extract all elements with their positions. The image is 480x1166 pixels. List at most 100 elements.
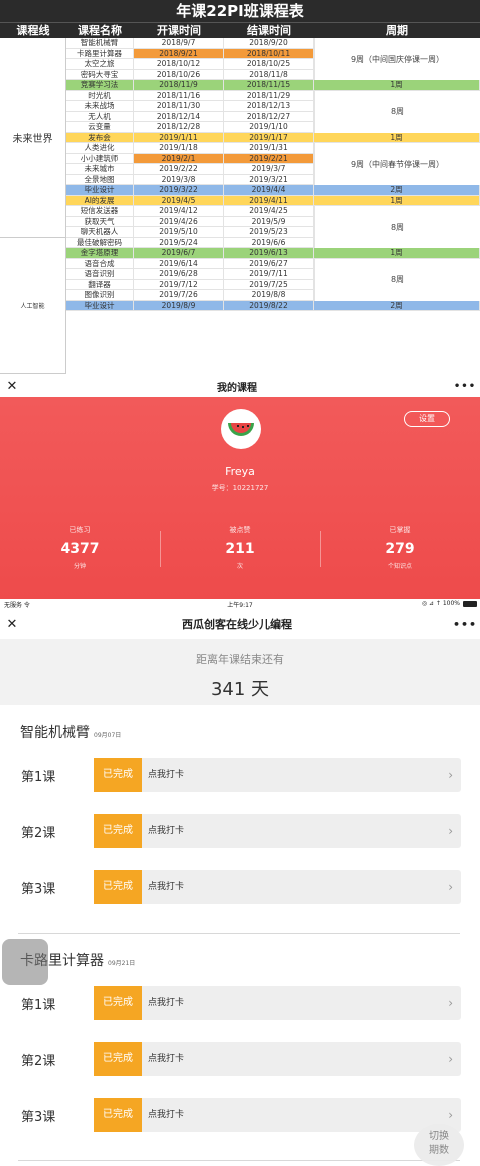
check-in-card[interactable]: 点我打卡 › (142, 1042, 461, 1076)
cell-end: 2019/5/23 (224, 227, 314, 237)
cell-name: 发布会 (66, 132, 134, 142)
schedule-table: 年课22PI班课程表 课程线 课程名称 开课时间 结课时间 周期 未来世界 人工… (0, 0, 480, 376)
schedule-header-row: 课程线 课程名称 开课时间 结课时间 周期 (0, 22, 480, 38)
more-icon[interactable]: ••• (450, 381, 480, 392)
settings-button[interactable]: 设置 (404, 411, 450, 427)
cell-start: 2018/10/26 (134, 69, 224, 79)
cell-end: 2019/7/11 (224, 269, 314, 279)
cell-start: 2018/12/28 (134, 122, 224, 132)
cell-name: 获取天气 (66, 216, 134, 226)
cell-start: 2018/9/7 (134, 38, 224, 48)
cell-end: 2019/5/9 (224, 216, 314, 226)
check-in-card[interactable]: 点我打卡 › (142, 758, 461, 792)
cell-end: 2019/6/6 (224, 237, 314, 247)
section-divider (18, 1160, 460, 1161)
section-name: 智能机械臂 (20, 725, 90, 741)
week-group: 9周（中间春节停课一周） (314, 143, 480, 185)
close-icon[interactable]: ✕ (0, 617, 24, 632)
header-start: 开课时间 (157, 24, 201, 37)
cell-end: 2019/1/10 (224, 122, 314, 132)
cell-name: 语音识别 (66, 269, 134, 279)
cell-name: 聊天机器人 (66, 227, 134, 237)
cell-end: 2018/9/20 (224, 38, 314, 48)
check-in-card[interactable]: 点我打卡 › (142, 986, 461, 1020)
countdown-label: 距离年课结束还有 (196, 653, 284, 666)
lesson-label: 第1课 (21, 998, 56, 1013)
cell-name: 太空之旅 (66, 59, 134, 69)
lesson-status-badge: 已完成 (94, 758, 142, 792)
course-line-ai: 人工智能 (0, 237, 66, 374)
course-line-future-world: 未来世界 (0, 38, 66, 238)
lesson-row[interactable]: 第1课 已完成 点我打卡 › (0, 757, 480, 793)
check-in-label: 点我打卡 (148, 770, 185, 780)
stat-label: 被点赞 (229, 526, 251, 534)
lesson-row[interactable]: 第3课 已完成 点我打卡 › (0, 1097, 480, 1133)
cell-name: 未来战场 (66, 101, 134, 111)
cell-end: 2019/4/11 (224, 195, 314, 205)
header-line: 课程线 (16, 24, 50, 37)
status-bar: 无服务 令 上午9:17 ◎ ⊿ ↑ 100% (0, 599, 480, 609)
week-group: 9周（中间国庆停课一周） (314, 38, 480, 80)
cell-week: 1周 (314, 132, 480, 142)
battery-icon (463, 601, 477, 607)
lesson-row[interactable]: 第2课 已完成 点我打卡 › (0, 813, 480, 849)
cell-start: 2018/9/21 (134, 48, 224, 58)
schedule-title: 年课22PI班课程表 (0, 0, 480, 22)
schedule-body: 未来世界 人工智能 智能机械臂 2018/9/7 2018/9/20 卡路里计算器 20… (0, 38, 480, 376)
close-icon[interactable]: ✕ (0, 379, 24, 394)
chevron-right-icon: › (448, 824, 453, 838)
cell-start: 2019/7/26 (134, 290, 224, 300)
cell-start: 2019/1/11 (134, 132, 224, 142)
check-in-card[interactable]: 点我打卡 › (142, 1098, 461, 1132)
cell-start: 2019/6/28 (134, 269, 224, 279)
profile-header: 设置 Freya 学号：10221727 已练习 4377 分钟 被点赞 211… (0, 397, 480, 599)
check-in-label: 点我打卡 (148, 882, 185, 892)
stat-practiced: 已练习 4377 分钟 (0, 525, 160, 570)
my-course-navbar: ✕ 我的课程 ••• (0, 376, 480, 397)
lesson-row[interactable]: 第3课 已完成 点我打卡 › (0, 869, 480, 905)
course-detail-title: 西瓜创客在线少儿编程 (182, 618, 292, 631)
more-icon[interactable]: ••• (450, 618, 480, 631)
course-detail-navbar: ✕ 西瓜创客在线少儿编程 ••• (0, 609, 480, 639)
avatar (221, 409, 261, 449)
cell-week: 2周 (314, 185, 480, 195)
cell-name: AI的发展 (66, 195, 134, 205)
cell-end: 2019/4/4 (224, 185, 314, 195)
cell-end: 2018/11/8 (224, 69, 314, 79)
cell-name: 无人机 (66, 111, 134, 121)
lesson-status-badge: 已完成 (94, 1042, 142, 1076)
stat-value: 4377 (60, 541, 100, 557)
cell-end: 2019/1/31 (224, 143, 314, 153)
cell-start: 2018/10/12 (134, 59, 224, 69)
cell-name: 毕业设计 (66, 185, 134, 195)
cell-end: 2018/11/15 (224, 80, 314, 90)
lesson-label: 第1课 (21, 770, 56, 785)
cell-end: 2019/2/21 (224, 153, 314, 163)
chevron-right-icon: › (448, 880, 453, 894)
check-in-card[interactable]: 点我打卡 › (142, 870, 461, 904)
floating-button[interactable] (2, 939, 48, 985)
stat-label: 已练习 (69, 526, 91, 534)
check-in-card[interactable]: 点我打卡 › (142, 814, 461, 848)
cell-start: 2019/4/26 (134, 216, 224, 226)
lesson-label: 第3课 (21, 882, 56, 897)
lesson-label: 第3课 (21, 1110, 56, 1125)
cell-start: 2019/6/14 (134, 258, 224, 268)
cell-name: 金字塔原理 (66, 248, 134, 258)
header-name: 课程名称 (78, 24, 122, 37)
cell-end: 2018/12/27 (224, 111, 314, 121)
lesson-row[interactable]: 第1课 已完成 点我打卡 › (0, 985, 480, 1021)
schedule-row: 竞赛学习法 2018/11/9 2018/11/15 1周 (66, 80, 480, 91)
cell-start: 2018/12/14 (134, 111, 224, 121)
cell-start: 2019/5/10 (134, 227, 224, 237)
switch-term-button[interactable]: 切换 期数 (414, 1124, 464, 1166)
chevron-right-icon: › (448, 996, 453, 1010)
cell-week: 1周 (314, 80, 480, 90)
lesson-row[interactable]: 第2课 已完成 点我打卡 › (0, 1041, 480, 1077)
cell-start: 2019/2/1 (134, 153, 224, 163)
user-name: Freya (225, 465, 255, 478)
section-title: 智能机械臂 09月07日 (20, 722, 121, 742)
cell-name: 智能机械臂 (66, 38, 134, 48)
cell-name: 短信发送器 (66, 206, 134, 216)
cell-name: 密码大寻宝 (66, 69, 134, 79)
